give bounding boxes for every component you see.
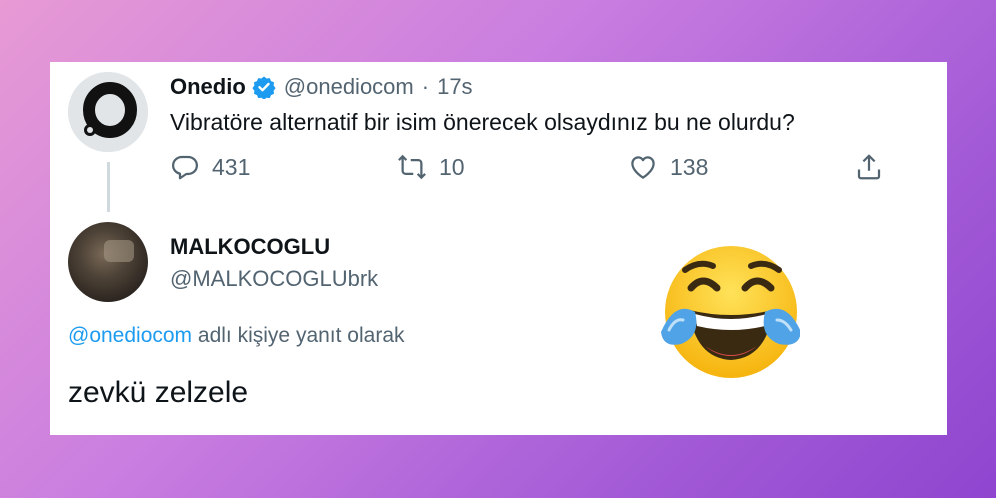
share-icon <box>857 154 881 180</box>
share-button[interactable] <box>854 152 896 182</box>
retweet-button[interactable]: 10 <box>397 152 465 182</box>
retweet-icon <box>398 154 426 180</box>
reply-icon <box>172 155 198 180</box>
tweet-header: Onedio @onediocom · 17s <box>170 74 473 100</box>
like-icon <box>631 156 655 179</box>
like-button[interactable]: 138 <box>628 152 708 182</box>
reply-button[interactable]: 431 <box>170 152 250 182</box>
replying-to-handle-link[interactable]: @onediocom <box>68 324 192 347</box>
reply-author-handle[interactable]: @MALKOCOGLUbrk <box>170 266 378 292</box>
tweet-card: Onedio @onediocom · 17s Vibratöre altern… <box>50 62 947 435</box>
tweet-time[interactable]: 17s <box>437 74 472 100</box>
avatar-photo-detail <box>104 240 134 262</box>
onedio-logo-icon <box>68 72 148 152</box>
face-with-tears-of-joy-icon <box>661 246 800 378</box>
verified-badge-icon <box>252 75 276 99</box>
tweet-actions: 431 10 138 <box>50 152 947 192</box>
reply-text: zevkü zelzele <box>68 376 249 409</box>
retweet-count: 10 <box>439 153 465 180</box>
reply-count: 431 <box>212 153 251 180</box>
replying-to-line: @onediocom adlı kişiye yanıt olarak <box>68 324 405 348</box>
header-separator: · <box>421 74 430 99</box>
reply-author-name[interactable]: MALKOCOGLU <box>170 234 330 260</box>
malkocoglu-avatar[interactable] <box>68 222 148 302</box>
tweet-text: Vibratöre alternatif bir isim önerecek o… <box>170 109 795 135</box>
author-name[interactable]: Onedio <box>170 74 246 100</box>
replying-to-label: adlı kişiye yanıt olarak <box>197 324 405 347</box>
like-count: 138 <box>670 153 709 180</box>
onedio-avatar[interactable] <box>68 72 148 152</box>
author-handle[interactable]: @onediocom <box>284 74 414 100</box>
